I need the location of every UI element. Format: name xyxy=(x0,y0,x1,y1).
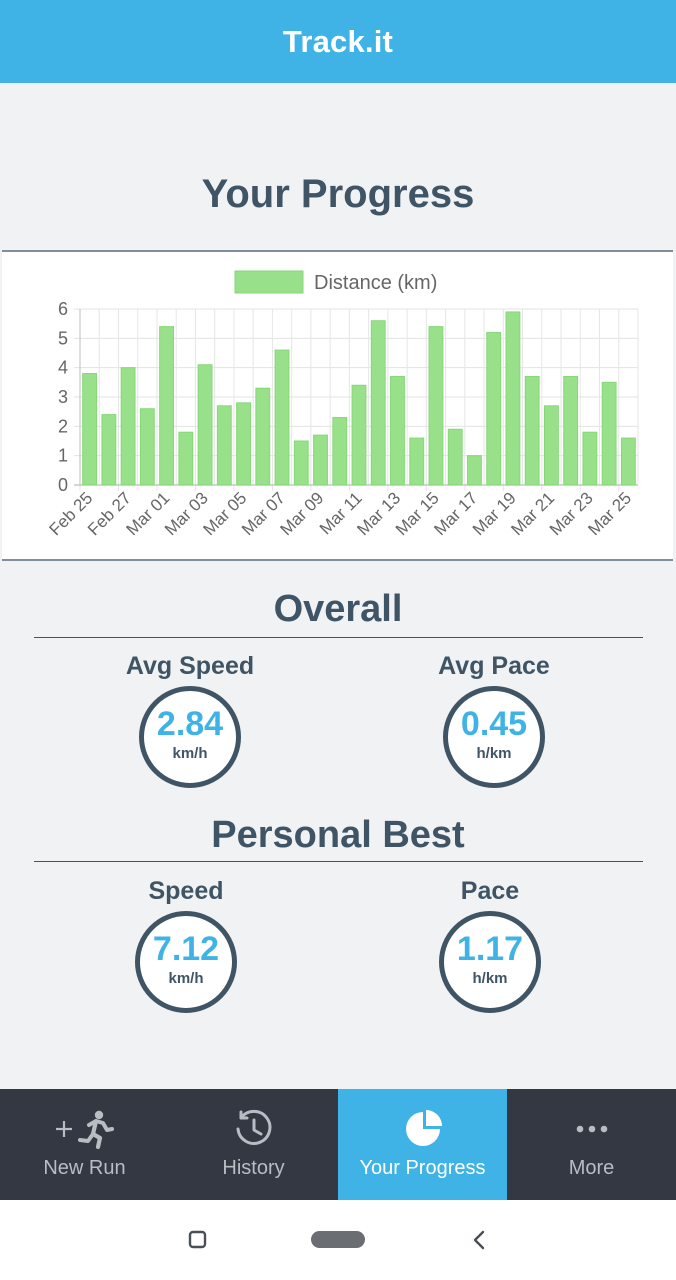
bar-mar-18 xyxy=(486,331,502,486)
bar-mar-12 xyxy=(370,320,386,486)
pie-chart-icon xyxy=(338,1107,507,1151)
y-tick-label: 1 xyxy=(58,446,68,466)
bar-mar-20 xyxy=(524,375,540,486)
y-tick-label: 6 xyxy=(58,299,68,319)
bar-feb-26 xyxy=(101,414,117,486)
bar-feb-25 xyxy=(82,373,98,486)
avg-speed-unit: km/h xyxy=(172,745,208,762)
x-tick-label: Mar 09 xyxy=(276,488,327,539)
avg-speed-value: 2.84 xyxy=(156,705,224,743)
page-title: Your Progress xyxy=(201,172,475,216)
bar-mar-05 xyxy=(236,402,251,486)
history-clock-icon xyxy=(169,1107,338,1151)
bar-mar-25 xyxy=(620,437,636,486)
best-speed-stat: Speed 7.12 km/h xyxy=(56,877,316,1013)
y-tick-label: 5 xyxy=(58,328,68,348)
best-pace-value: 1.17 xyxy=(456,930,524,968)
bar-mar-06 xyxy=(255,387,271,486)
best-speed-label: Speed xyxy=(148,877,224,905)
bar-mar-23 xyxy=(582,431,598,486)
nav-label-new-run: New Run xyxy=(43,1157,126,1179)
bar-mar-01 xyxy=(159,326,175,486)
legend-swatch xyxy=(234,270,304,294)
bar-mar-24 xyxy=(601,381,617,486)
nav-label-more: More xyxy=(568,1157,615,1179)
nav-label-your-progress: Your Progress xyxy=(359,1157,486,1179)
more-dots-icon xyxy=(507,1107,676,1151)
x-tick-label: Mar 25 xyxy=(584,488,635,539)
y-tick-label: 4 xyxy=(58,358,68,378)
recents-square-icon[interactable] xyxy=(188,1230,207,1249)
best-speed-unit: km/h xyxy=(168,970,204,987)
app-header: Track.it xyxy=(0,0,676,83)
bar-mar-04 xyxy=(216,405,232,486)
best-pace-label: Pace xyxy=(460,877,520,905)
bar-feb-28 xyxy=(139,408,155,486)
avg-speed-stat: Avg Speed 2.84 km/h xyxy=(60,652,320,788)
bar-mar-07 xyxy=(274,349,290,486)
bar-mar-22 xyxy=(563,375,579,486)
bottom-nav: New Run History Your Progress More xyxy=(0,1089,676,1200)
bar-mar-14 xyxy=(409,437,425,486)
avg-speed-label: Avg Speed xyxy=(125,652,255,680)
best-speed-value: 7.12 xyxy=(152,930,220,968)
best-speed-circle: 7.12 km/h xyxy=(135,911,237,1013)
bar-mar-15 xyxy=(428,326,444,486)
nav-history[interactable]: History xyxy=(169,1089,338,1200)
nav-label-history: History xyxy=(222,1157,285,1179)
legend-label: Distance (km) xyxy=(314,272,437,294)
distance-chart-card: 0 1 2 3 4 5 6 Feb 25 Feb 27 Mar 01 Mar 03 Mar 05 Mar… xyxy=(2,250,673,561)
overall-divider xyxy=(34,637,643,638)
personal-best-divider xyxy=(34,861,643,862)
new-run-icon xyxy=(0,1107,169,1151)
bar-mar-21 xyxy=(543,405,559,486)
bar-mar-03 xyxy=(197,364,213,486)
bar-mar-08 xyxy=(293,440,309,486)
bar-mar-17 xyxy=(467,455,482,486)
distance-bar-chart: 0123456Feb 25Feb 27Mar 01Mar 03Mar 05Mar… xyxy=(46,270,639,539)
avg-pace-unit: h/km xyxy=(476,745,512,762)
system-navigation-bar xyxy=(0,1200,676,1280)
bar-mar-09 xyxy=(313,434,328,486)
avg-speed-circle: 2.84 km/h xyxy=(139,686,241,788)
best-pace-unit: h/km xyxy=(472,970,508,987)
app-title: Track.it xyxy=(282,23,394,59)
nav-new-run[interactable]: New Run xyxy=(0,1089,169,1200)
y-tick-label: 3 xyxy=(58,387,68,407)
bar-mar-10 xyxy=(332,417,348,486)
back-chevron-icon[interactable] xyxy=(473,1230,485,1250)
bar-mar-11 xyxy=(351,384,367,486)
nav-more[interactable]: More xyxy=(507,1089,676,1200)
best-pace-circle: 1.17 h/km xyxy=(439,911,541,1013)
overall-title: Overall xyxy=(273,588,403,630)
bar-mar-19 xyxy=(505,311,521,486)
bar-feb-27 xyxy=(120,367,136,486)
best-pace-stat: Pace 1.17 h/km xyxy=(360,877,620,1013)
nav-your-progress[interactable]: Your Progress xyxy=(338,1089,507,1200)
avg-pace-label: Avg Pace xyxy=(438,652,550,680)
home-pill-icon[interactable] xyxy=(311,1231,365,1248)
avg-pace-circle: 0.45 h/km xyxy=(443,686,545,788)
bar-mar-16 xyxy=(447,428,463,486)
bar-mar-13 xyxy=(390,375,405,486)
y-tick-label: 0 xyxy=(58,475,68,495)
bar-mar-02 xyxy=(178,431,194,486)
avg-pace-stat: Avg Pace 0.45 h/km xyxy=(364,652,624,788)
avg-pace-value: 0.45 xyxy=(460,705,528,743)
y-tick-label: 2 xyxy=(58,416,68,436)
personal-best-title: Personal Best xyxy=(211,814,465,856)
